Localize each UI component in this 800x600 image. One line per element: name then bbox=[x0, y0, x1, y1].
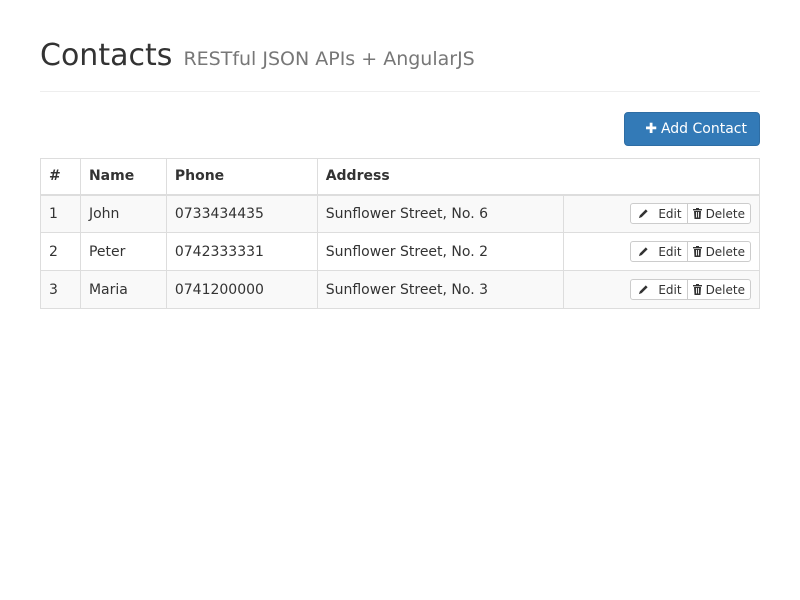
delete-button[interactable]: Delete bbox=[686, 203, 751, 225]
table-row: 3 Maria 0741200000 Sunflower Street, No.… bbox=[40, 270, 760, 309]
cell-name: Peter bbox=[79, 232, 167, 271]
table-row: 2 Peter 0742333331 Sunflower Street, No.… bbox=[40, 232, 760, 271]
cell-phone: 0742333331 bbox=[165, 232, 318, 271]
add-contact-label: Add Contact bbox=[660, 121, 747, 137]
delete-label: Delete bbox=[705, 244, 745, 259]
table-header-row: # Name Phone Address bbox=[40, 158, 761, 196]
contacts-table: # Name Phone Address 1 John 0733434435 S… bbox=[40, 158, 761, 309]
cell-actions: Edit Delete bbox=[563, 194, 760, 233]
edit-label: Edit bbox=[658, 206, 682, 221]
cell-actions: Edit Delete bbox=[563, 270, 760, 309]
cell-id: 2 bbox=[40, 232, 81, 271]
row-actions-group: Edit Delete bbox=[630, 203, 751, 225]
edit-label: Edit bbox=[658, 244, 682, 259]
pencil-icon bbox=[639, 285, 648, 295]
delete-label: Delete bbox=[705, 282, 745, 297]
row-actions-group: Edit Delete bbox=[630, 279, 751, 300]
plus-icon: ✚ bbox=[645, 121, 657, 137]
page-header: Contacts RESTful JSON APIs + AngularJS bbox=[40, 38, 760, 92]
cell-name: John bbox=[79, 194, 167, 233]
edit-button[interactable]: Edit bbox=[630, 279, 688, 300]
delete-button[interactable]: Delete bbox=[686, 241, 751, 262]
cell-id: 1 bbox=[40, 194, 81, 233]
edit-button[interactable]: Edit bbox=[630, 241, 688, 262]
trash-icon bbox=[692, 246, 702, 257]
edit-label: Edit bbox=[658, 282, 682, 297]
page-title: Contacts bbox=[40, 38, 173, 73]
column-header-name: Name bbox=[79, 158, 167, 196]
cell-id: 3 bbox=[40, 270, 81, 309]
delete-label: Delete bbox=[705, 206, 745, 221]
cell-phone: 0733434435 bbox=[165, 194, 318, 233]
delete-button[interactable]: Delete bbox=[686, 279, 751, 300]
cell-name: Maria bbox=[79, 270, 167, 309]
edit-button[interactable]: Edit bbox=[630, 203, 688, 225]
cell-address: Sunflower Street, No. 2 bbox=[316, 232, 565, 271]
table-row: 1 John 0733434435 Sunflower Street, No. … bbox=[40, 194, 760, 233]
cell-address: Sunflower Street, No. 3 bbox=[316, 270, 565, 309]
cell-phone: 0741200000 bbox=[165, 270, 318, 309]
pencil-icon bbox=[639, 209, 648, 219]
page-container: Contacts RESTful JSON APIs + AngularJS ✚… bbox=[40, 0, 761, 309]
trash-icon bbox=[692, 208, 702, 220]
cell-address: Sunflower Street, No. 6 bbox=[316, 194, 565, 233]
trash-icon bbox=[692, 284, 702, 295]
column-header-number: # bbox=[40, 158, 81, 196]
add-contact-button[interactable]: ✚ Add Contact bbox=[624, 112, 760, 146]
column-header-address: Address bbox=[316, 158, 761, 196]
page-subtitle: RESTful JSON APIs + AngularJS bbox=[183, 48, 475, 70]
row-actions-group: Edit Delete bbox=[630, 241, 751, 262]
column-header-phone: Phone bbox=[165, 158, 318, 196]
toolbar: ✚ Add Contact bbox=[40, 112, 760, 148]
pencil-icon bbox=[639, 247, 648, 257]
cell-actions: Edit Delete bbox=[563, 232, 760, 271]
